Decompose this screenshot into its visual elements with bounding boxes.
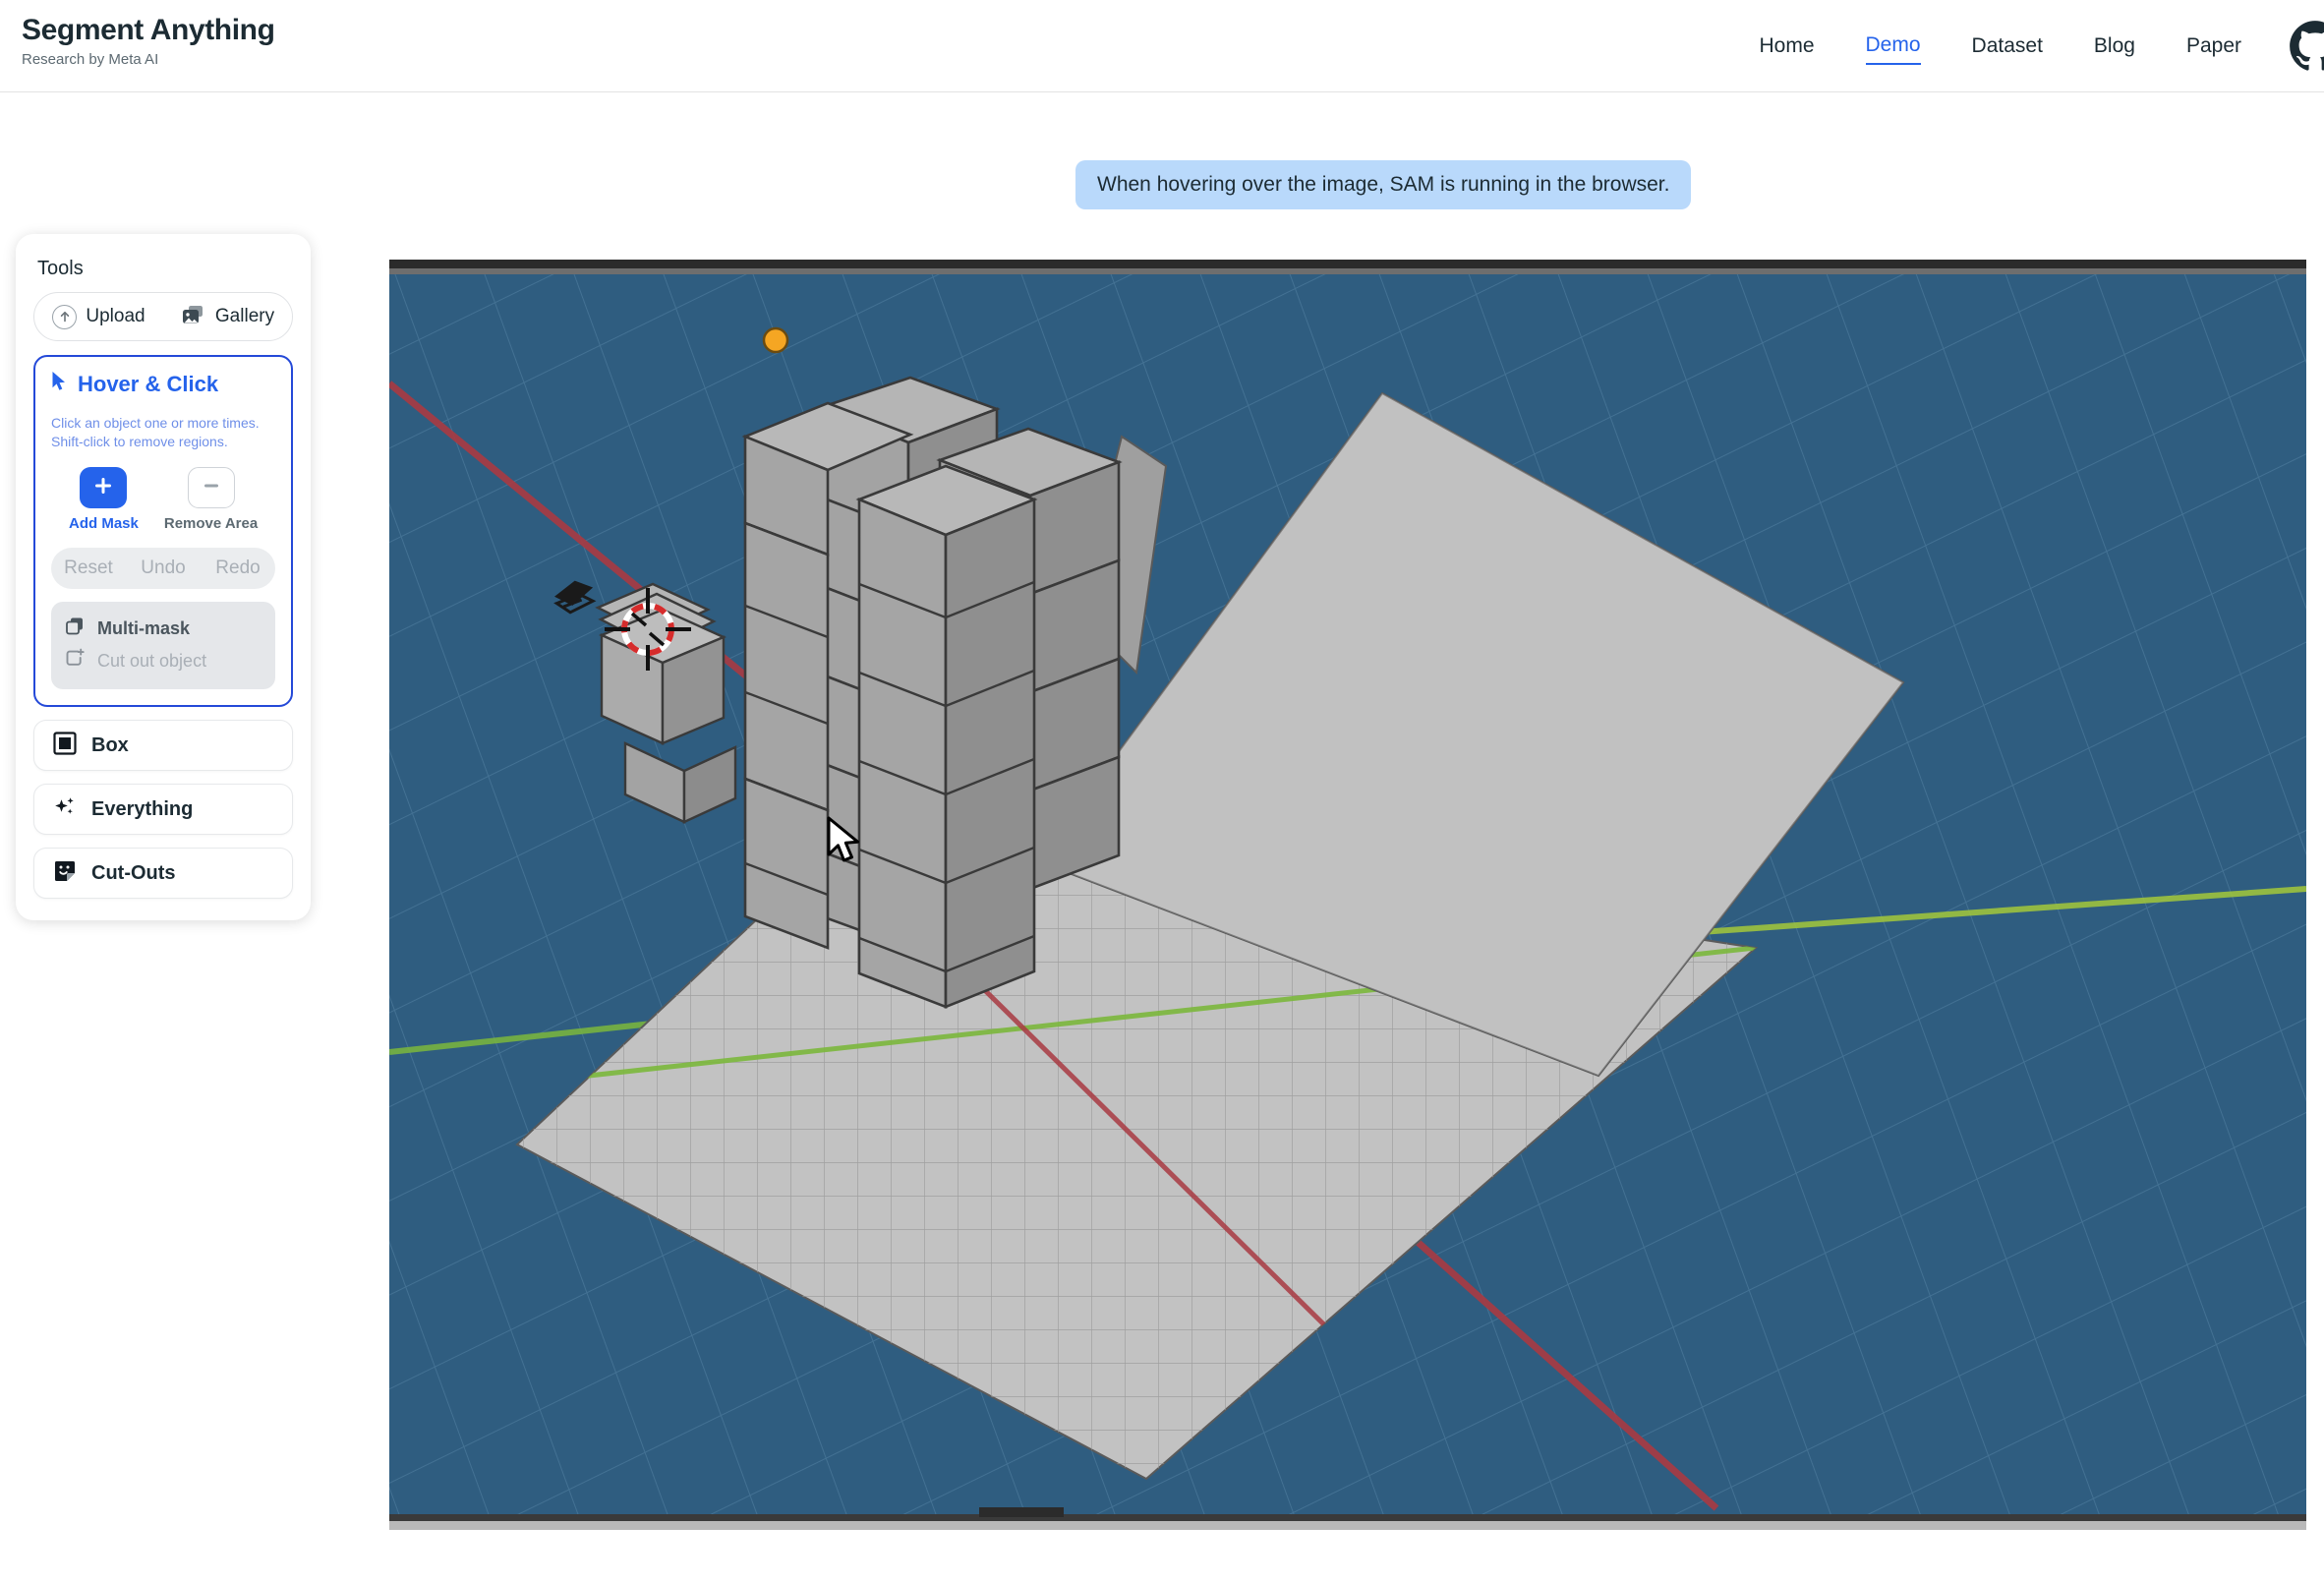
3d-scene-viewport[interactable]	[389, 260, 2306, 1530]
layers-icon	[63, 615, 87, 643]
nav-item-home[interactable]: Home	[1759, 29, 1814, 64]
mouse-pointer-cursor	[826, 816, 863, 870]
nav-item-paper[interactable]: Paper	[2186, 29, 2241, 64]
github-icon[interactable]	[2289, 20, 2324, 73]
cut-out-object-row[interactable]: Cut out object	[63, 645, 263, 677]
hover-click-desc-line-1: Click an object one or more times.	[51, 415, 260, 431]
upload-label: Upload	[86, 306, 145, 326]
tool-box-label: Box	[91, 733, 129, 756]
multi-mask-label: Multi-mask	[97, 618, 191, 638]
add-mask-label: Add Mask	[69, 515, 139, 532]
hover-and-click-label: Hover & Click	[78, 372, 219, 396]
nav-item-dataset[interactable]: Dataset	[1972, 29, 2043, 64]
gallery-label: Gallery	[214, 306, 275, 326]
brand-subtitle: Research by Meta AI	[22, 51, 159, 68]
tool-everything[interactable]: Everything	[33, 784, 293, 835]
tool-box[interactable]: Box	[33, 720, 293, 771]
gallery-button[interactable]: Gallery	[163, 293, 292, 340]
main-nav: Home Demo Dataset Blog Paper	[1733, 0, 2324, 92]
tool-everything-label: Everything	[91, 797, 194, 820]
plus-icon	[92, 475, 114, 501]
history-controls: Reset Undo Redo	[51, 548, 275, 589]
remove-area-group[interactable]: Remove Area	[164, 467, 258, 532]
brand-title: Segment Anything	[22, 14, 275, 46]
redo-button[interactable]: Redo	[201, 557, 275, 579]
hover-hint-banner: When hovering over the image, SAM is run…	[1075, 160, 1692, 209]
upload-arrow-icon	[52, 304, 78, 329]
add-mask-group[interactable]: Add Mask	[69, 467, 139, 532]
orange-marker-dot	[762, 326, 789, 354]
box-icon	[52, 731, 78, 761]
hover-and-click-description: Click an object one or more times. Shift…	[51, 414, 275, 451]
minus-icon	[201, 475, 222, 501]
hover-and-click-title-row: Hover & Click	[51, 371, 275, 398]
nav-item-blog[interactable]: Blog	[2094, 29, 2135, 64]
cut-out-object-label: Cut out object	[97, 651, 207, 671]
gallery-images-icon	[181, 305, 206, 328]
remove-area-label: Remove Area	[163, 515, 259, 532]
upload-gallery-group: Upload Gallery	[33, 292, 293, 341]
tools-panel: Tools Upload Gallery Hover & Click Click…	[16, 234, 311, 920]
site-header: Segment Anything Research by Meta AI Hom…	[0, 0, 2324, 92]
multi-mask-box: Multi-mask Cut out object	[51, 602, 275, 689]
remove-area-button[interactable]	[187, 467, 235, 508]
nav-item-demo[interactable]: Demo	[1865, 28, 1921, 65]
multi-mask-row[interactable]: Multi-mask	[63, 613, 263, 645]
mask-action-group: Add Mask Remove Area	[51, 467, 275, 532]
reset-button[interactable]: Reset	[51, 557, 126, 579]
hover-click-desc-line-2: Shift-click to remove regions.	[51, 434, 228, 449]
cut-out-icon	[63, 647, 87, 675]
tool-cut-outs-label: Cut-Outs	[91, 861, 176, 884]
hover-and-click-card[interactable]: Hover & Click Click an object one or mor…	[33, 355, 293, 707]
add-mask-button[interactable]	[80, 467, 128, 508]
cursor-arrow-icon	[51, 371, 69, 398]
sparkle-icon	[52, 794, 78, 825]
tools-panel-title: Tools	[37, 258, 84, 279]
brand: Segment Anything Research by Meta AI	[22, 14, 275, 70]
sticker-icon	[52, 858, 78, 889]
upload-button[interactable]: Upload	[34, 293, 163, 340]
undo-button[interactable]: Undo	[126, 557, 201, 579]
tool-cut-outs[interactable]: Cut-Outs	[33, 848, 293, 899]
3d-scene-render	[389, 260, 2306, 1530]
